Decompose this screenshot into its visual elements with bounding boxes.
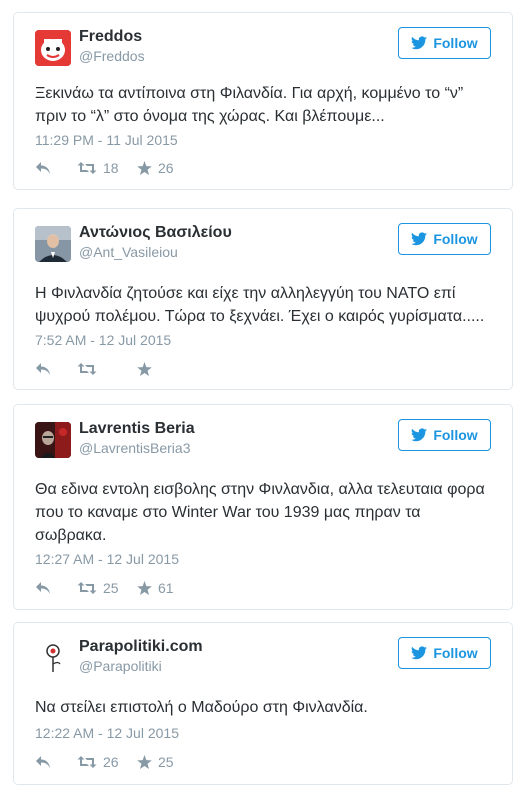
tweet-text-line: Να στείλει επιστολή ο Μαδούρο στη Φινλαν… [35,699,368,716]
like-count: 61 [158,580,174,596]
tweet-date[interactable]: 12:27 AM - 12 Jul 2015 [35,551,179,567]
retweet-count: 26 [103,754,119,770]
follow-label: Follow [433,35,478,51]
star-icon [137,581,152,595]
reply-icon [36,363,50,375]
avatar[interactable] [35,422,71,458]
star-icon [137,755,152,769]
retweet-button[interactable]: 26 [77,754,137,770]
retweet-icon [77,162,97,174]
tweet-date[interactable]: 7:52 AM - 12 Jul 2015 [35,332,171,348]
tweet-text: Ξεκινάω τα αντίποινα στη Φιλανδία. Για α… [35,82,491,128]
star-icon [137,161,152,175]
user-name[interactable]: Lavrentis Beria [79,420,195,438]
user-handle[interactable]: @Ant_Vasileiou [79,244,178,260]
retweet-icon [77,756,97,768]
like-button[interactable]: 61 [137,580,174,596]
tweet-text: Η Φινλανδία ζητούσε και είχε την αλληλεγ… [35,282,491,328]
follow-label: Follow [433,231,478,247]
user-handle[interactable]: @Freddos [79,48,145,64]
twitter-bird-icon [411,232,428,246]
tweet-text-line: που το καναμε στο Winter War του 1939 μα… [35,504,421,521]
follow-button[interactable]: Follow [398,223,491,255]
like-button[interactable]: 26 [137,160,174,176]
twitter-bird-icon [411,428,428,442]
like-count: 25 [158,754,174,770]
avatar[interactable] [35,30,71,66]
reply-icon [36,756,50,768]
reply-button[interactable] [35,581,77,595]
user-handle[interactable]: @LavrentisBeria3 [79,440,191,456]
retweet-button[interactable] [77,362,137,376]
reply-icon [36,162,50,174]
user-handle[interactable]: @Parapolitiki [79,658,162,674]
star-icon [137,362,152,376]
user-name[interactable]: Parapolitiki.com [79,638,203,656]
tweet-actions [35,360,158,378]
like-button[interactable] [137,362,158,376]
tweet-date[interactable]: 12:22 AM - 12 Jul 2015 [35,725,179,741]
like-button[interactable]: 25 [137,754,174,770]
tweet-text-line: σωβρακα. [35,527,107,544]
user-name[interactable]: Αντώνιος Βασιλείου [79,224,232,242]
tweet-actions: 18 26 [35,159,174,177]
tweet-text-line: ψυχρού πολέμου. Τώρα το ξεχνάει. Έχει ο … [35,308,485,325]
tweet-date[interactable]: 11:29 PM - 11 Jul 2015 [35,132,178,148]
tweet-card: Αντώνιος Βασιλείου @Ant_Vasileiou Follow… [13,208,513,390]
reply-icon [36,582,50,594]
retweet-button[interactable]: 25 [77,580,137,596]
tweet-card: Freddos @Freddos Follow Ξεκινάω τα αντίπ… [13,12,513,190]
reply-button[interactable] [35,755,77,769]
follow-button[interactable]: Follow [398,419,491,451]
avatar[interactable] [35,226,71,262]
tweet-text-line: Η Φινλανδία ζητούσε και είχε την αλληλεγ… [35,285,456,302]
retweet-icon [77,363,97,375]
tweet-actions: 25 61 [35,579,174,597]
reply-button[interactable] [35,161,77,175]
follow-button[interactable]: Follow [398,637,491,669]
tweet-card: Lavrentis Beria @LavrentisBeria3 Follow … [13,404,513,610]
follow-label: Follow [433,645,478,661]
twitter-bird-icon [411,36,428,50]
like-count: 26 [158,160,174,176]
follow-label: Follow [433,427,478,443]
tweet-text-line: Ξεκινάω τα αντίποινα στη Φιλανδία. Για α… [35,85,464,102]
retweet-icon [77,582,97,594]
follow-button[interactable]: Follow [398,27,491,59]
retweet-count: 25 [103,580,119,596]
tweet-card: Parapolitiki.com @Parapolitiki Follow Να… [13,622,513,785]
avatar[interactable] [35,640,71,676]
reply-button[interactable] [35,362,77,376]
retweet-count: 18 [103,160,119,176]
user-name[interactable]: Freddos [79,28,142,46]
tweet-text: Θα εδινα εντολη εισβολης στην Φινλανδια,… [35,478,491,547]
tweet-text-line: Θα εδινα εντολη εισβολης στην Φινλανδια,… [35,481,485,498]
tweet-text: Να στείλει επιστολή ο Μαδούρο στη Φινλαν… [35,696,491,719]
twitter-bird-icon [411,646,428,660]
retweet-button[interactable]: 18 [77,160,137,176]
tweet-actions: 26 25 [35,753,174,771]
tweet-text-line: πριν το “λ” στο όνομα της χώρας. Και βλέ… [35,108,385,125]
